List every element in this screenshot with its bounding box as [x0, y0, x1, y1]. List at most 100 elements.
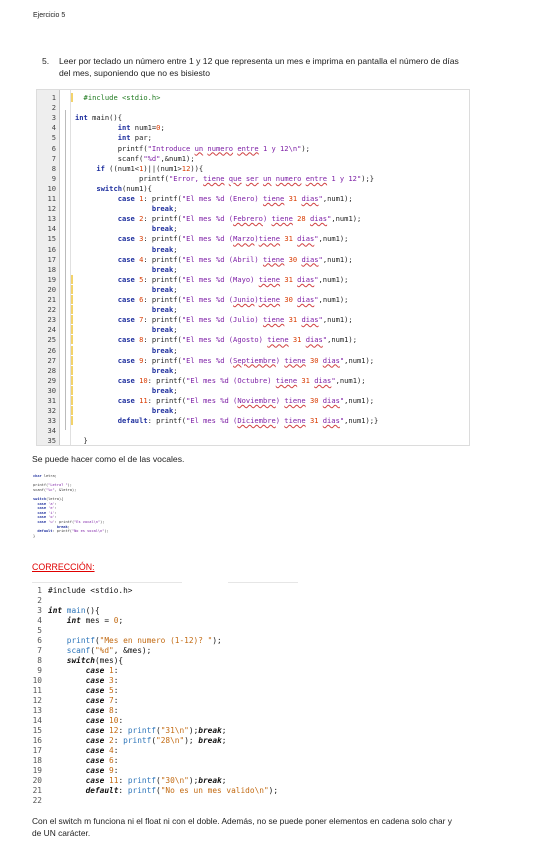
line-number: 10: [32, 676, 42, 685]
line-number: 2: [51, 103, 56, 113]
change-marker: [71, 284, 73, 294]
code-text: case 1: printf("El mes %d (Enero) tiene …: [117, 194, 353, 203]
code-text: case 12: printf("31\n");break;: [85, 726, 227, 735]
code-text: case 7: printf("El mes %d (Julio) tiene …: [117, 315, 353, 325]
code-text: case 1:: [85, 666, 119, 675]
line-number: 29: [47, 375, 56, 385]
line-number: 1: [37, 586, 42, 595]
code-text: case 9: printf("El mes %d (Septiembre) t…: [117, 355, 375, 365]
change-marker: [71, 315, 73, 325]
line-number: 18: [32, 756, 42, 765]
code-text: break;: [151, 365, 178, 375]
change-marker: [71, 416, 73, 426]
code-text: break;: [151, 345, 178, 355]
note-vowels: Se puede hacer como el de las vocales.: [32, 454, 185, 464]
line-number: 4: [37, 616, 42, 625]
line-number: 7: [37, 646, 42, 655]
code-text: break;: [151, 264, 178, 274]
line-number: 6: [37, 636, 42, 645]
code-text: #include <stdio.h>: [48, 586, 133, 595]
code-text: case 7:: [85, 696, 119, 705]
line-number: 14: [47, 224, 56, 234]
code-text: case 6:: [85, 756, 119, 765]
code-text: switch(mes){: [66, 656, 124, 665]
code-text: #include <stdio.h>: [83, 93, 161, 102]
line-number: 25: [47, 335, 56, 345]
line-number: 19: [47, 274, 56, 284]
line-number: 35: [47, 436, 56, 446]
change-marker: [71, 365, 73, 375]
note-switch: Con el switch m funciona ni el float ni …: [32, 816, 452, 838]
change-marker: [71, 355, 73, 365]
code-text: case 10:: [85, 716, 124, 725]
line-number: 2: [37, 596, 42, 605]
line-number: 12: [47, 204, 56, 214]
vowel-code-image: char letra; printf("Letra? "); scanf("%c…: [33, 474, 109, 538]
code-text: default: printf("El mes %d (Diciembre) t…: [117, 416, 379, 426]
line-number: 22: [32, 796, 42, 805]
code-text: printf("Error, tiene que ser un numero e…: [75, 173, 375, 183]
code-text: case 4: printf("El mes %d (Abril) tiene …: [117, 254, 353, 264]
line-number: 16: [32, 736, 42, 745]
code-text: case 8:: [85, 706, 119, 715]
code-text: scanf("%d", &mes);: [66, 646, 152, 655]
code-text: break;: [151, 204, 178, 214]
code-text: int mes = 0;: [66, 616, 124, 625]
line-number: 17: [32, 746, 42, 755]
line-number: 22: [47, 305, 56, 315]
code-text: switch(num1){: [96, 183, 152, 193]
code-text: int main(){: [75, 113, 122, 123]
line-number: 11: [32, 686, 42, 695]
line-number: 32: [47, 406, 56, 416]
line-number: 16: [47, 244, 56, 254]
change-marker: [71, 325, 73, 335]
code-text: printf("Introduce un numero entre 1 y 12…: [75, 143, 310, 153]
code-text: case 4:: [85, 746, 119, 755]
line-number: 31: [47, 396, 56, 405]
line-number: 27: [47, 355, 56, 365]
line-number: 18: [47, 264, 56, 274]
code-text: break;: [151, 385, 178, 395]
line-number: 23: [47, 315, 56, 325]
line-number: 24: [47, 325, 56, 335]
code-text: case 3: printf("El mes %d (Marzo)tiene 3…: [117, 234, 349, 244]
code-text: case 3:: [85, 676, 119, 685]
line-number: 20: [32, 776, 42, 785]
change-marker: [71, 305, 73, 315]
code-text: case 11: printf("30\n");break;: [85, 776, 227, 785]
change-marker: [71, 375, 73, 385]
exercise-text: Leer por teclado un número entre 1 y 12 …: [59, 56, 459, 78]
exercise-number: 5.: [42, 56, 50, 66]
line-number: 5: [51, 133, 56, 143]
code-text: break;: [151, 406, 178, 416]
page-header: Ejercicio 5: [33, 12, 66, 19]
line-number: 21: [32, 786, 42, 795]
code-text: break;: [151, 284, 178, 294]
line-number: 4: [51, 123, 56, 133]
fold-margin: [60, 90, 71, 445]
code-text: case 9:: [85, 766, 119, 775]
change-marker: [71, 274, 73, 284]
line-number: 20: [47, 284, 56, 294]
correction-heading: CORRECCIÓN:: [32, 562, 95, 572]
line-number: 1: [51, 93, 56, 102]
line-number: 5: [37, 626, 42, 635]
line-number: 26: [47, 345, 56, 355]
code-text: break;: [151, 325, 178, 335]
line-number: 10: [47, 183, 56, 193]
line-number: 14: [32, 716, 42, 725]
code-text: case 5:: [85, 686, 119, 695]
code-text: case 8: printf("El mes %d (Agosto) tiene…: [117, 335, 357, 345]
code-text: if ((num1<1)||(num1>12)){: [96, 163, 204, 173]
line-number: 9: [51, 173, 56, 183]
line-number: 3: [37, 606, 42, 615]
code-text: printf("Mes en numero (1-12)? ");: [66, 636, 222, 645]
change-marker: [71, 93, 73, 102]
line-number: 12: [32, 696, 42, 705]
line-number: 13: [47, 214, 56, 224]
change-marker: [71, 396, 73, 405]
change-marker: [71, 335, 73, 345]
line-number: 9: [37, 666, 42, 675]
line-number: 17: [47, 254, 56, 264]
line-number: 8: [51, 163, 56, 173]
